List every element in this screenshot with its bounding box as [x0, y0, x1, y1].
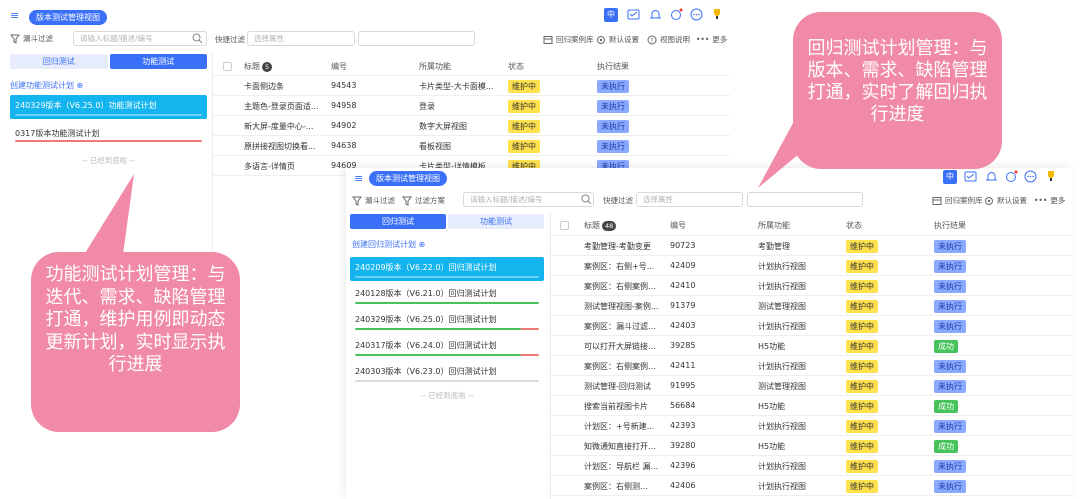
feature-plan-callout: 功能测试计划管理：与迭代、需求、缺陷管理打通，维护用例即动态更新计划，实时显示执…	[31, 252, 240, 432]
regression-plan-callout: 回归测试计划管理：与版本、需求、缺陷管理打通，实时了解回归执行进度	[793, 12, 1002, 169]
left-callout-pointer	[82, 174, 134, 262]
